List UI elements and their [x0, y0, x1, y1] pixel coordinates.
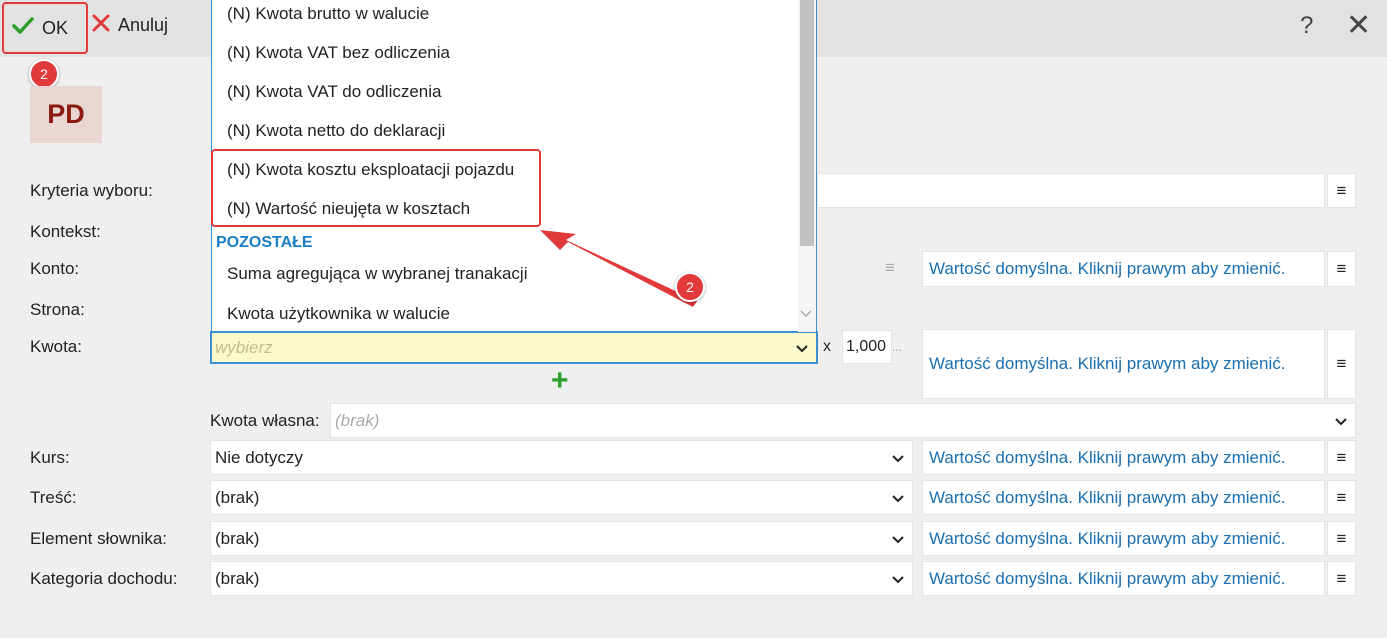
annotation-arrow-icon: [540, 230, 697, 307]
step-badge: 2: [675, 272, 705, 302]
